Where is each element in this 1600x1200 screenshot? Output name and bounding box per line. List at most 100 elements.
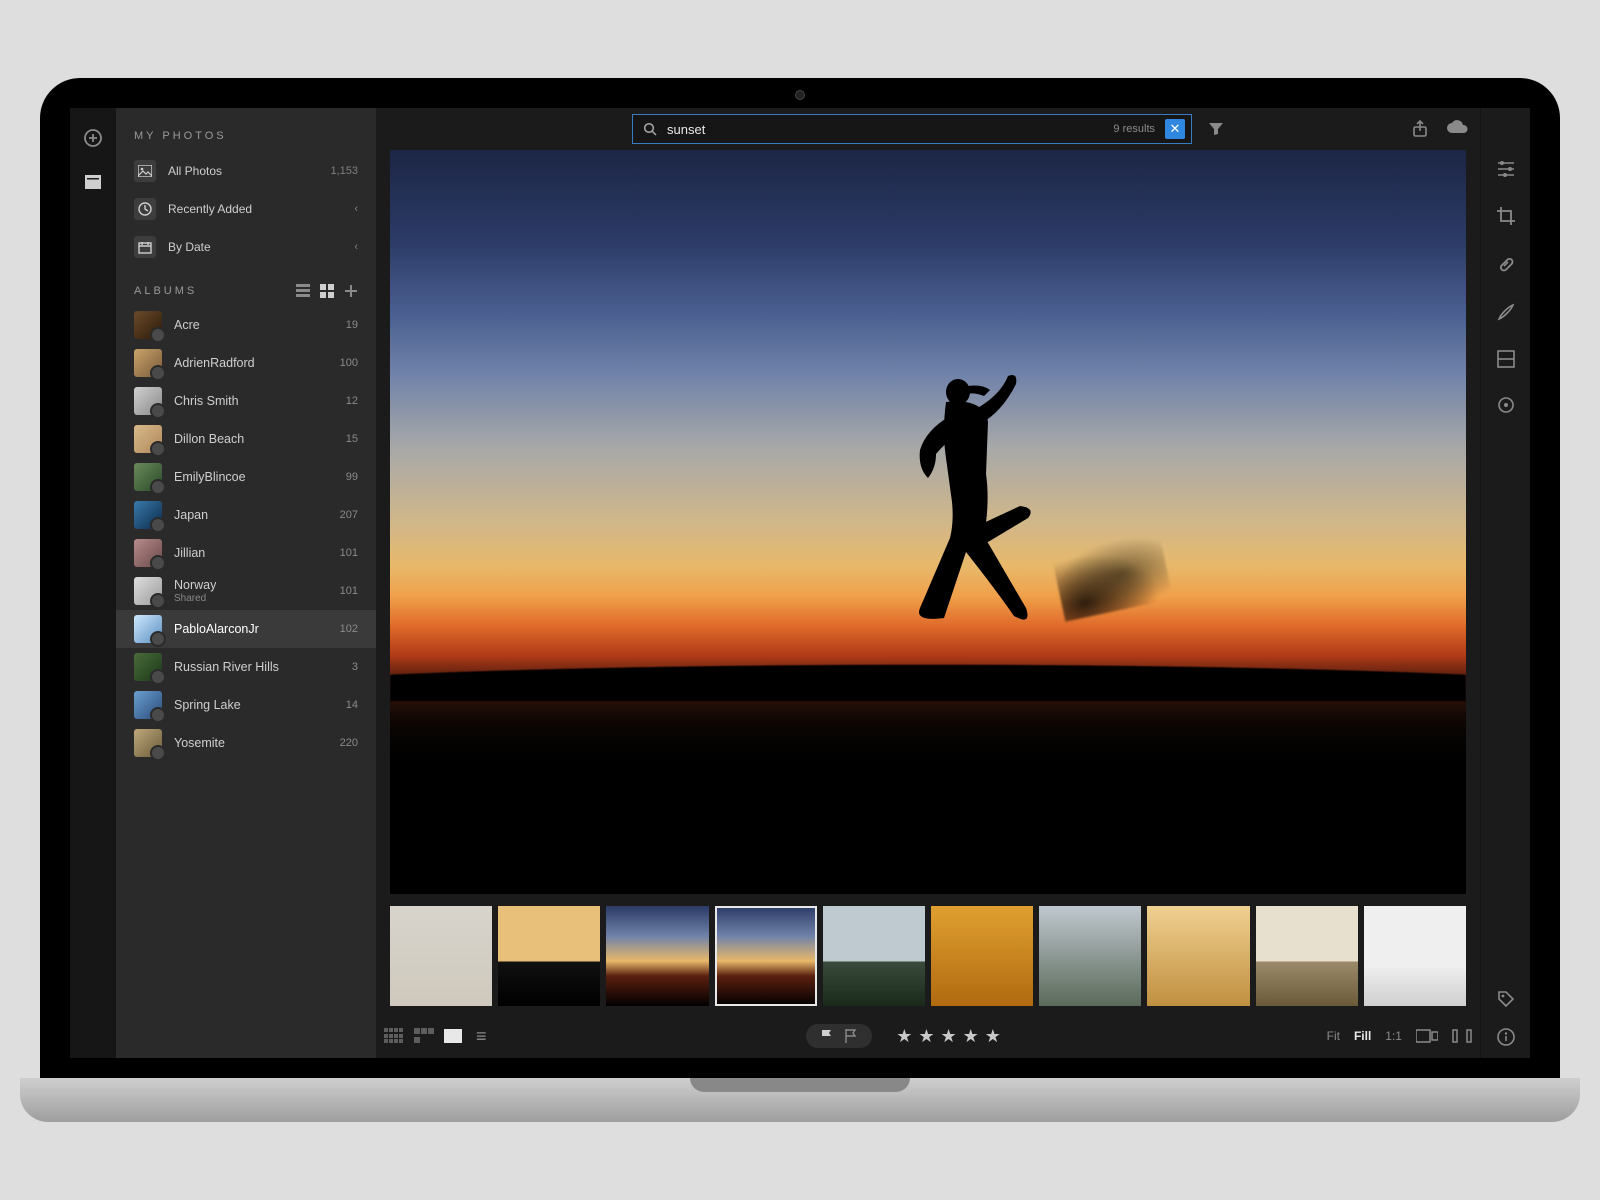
nav-meta: ‹ bbox=[354, 203, 358, 215]
filmstrip-thumb[interactable] bbox=[1039, 906, 1141, 1006]
album-list-view-icon[interactable] bbox=[296, 284, 310, 298]
album-name: Dillon Beach bbox=[174, 432, 244, 446]
album-name: Chris Smith bbox=[174, 394, 239, 408]
sliders-icon[interactable] bbox=[1496, 160, 1516, 178]
album-thumb bbox=[134, 691, 162, 719]
grid-size-toggle bbox=[384, 1028, 462, 1044]
album-name: AdrienRadford bbox=[174, 356, 255, 370]
add-icon[interactable] bbox=[83, 128, 103, 148]
clock-icon bbox=[134, 198, 156, 220]
nav-label: By Date bbox=[168, 240, 211, 254]
album-count: 12 bbox=[346, 395, 358, 407]
filmstrip-thumb[interactable] bbox=[390, 906, 492, 1006]
album-item[interactable]: Spring Lake14 bbox=[116, 686, 376, 724]
album-count: 99 bbox=[346, 471, 358, 483]
album-item[interactable]: EmilyBlincoe99 bbox=[116, 458, 376, 496]
info-icon[interactable] bbox=[1497, 1028, 1515, 1046]
filmstrip-thumb[interactable] bbox=[498, 906, 600, 1006]
album-thumb bbox=[134, 425, 162, 453]
tag-icon[interactable] bbox=[1497, 990, 1515, 1008]
my-photos-title: MY PHOTOS bbox=[116, 124, 376, 152]
albums-view-tools bbox=[296, 284, 358, 298]
zoom-mode: Fit Fill 1:1 bbox=[1327, 1029, 1402, 1043]
album-item[interactable]: NorwayShared101 bbox=[116, 572, 376, 610]
single-view-icon[interactable] bbox=[444, 1029, 462, 1043]
brush-icon[interactable] bbox=[1496, 302, 1516, 322]
album-thumb bbox=[134, 653, 162, 681]
filter-icon[interactable] bbox=[1208, 122, 1224, 136]
nav-item[interactable]: By Date ‹ bbox=[116, 228, 376, 266]
compare-icon[interactable] bbox=[1416, 1029, 1438, 1043]
grid-small-icon[interactable] bbox=[384, 1028, 404, 1044]
filmstrip-thumb[interactable] bbox=[1256, 906, 1358, 1006]
zoom-fit[interactable]: Fit bbox=[1327, 1029, 1340, 1043]
album-thumb bbox=[134, 387, 162, 415]
album-name: Japan bbox=[174, 508, 208, 522]
image-icon bbox=[134, 160, 156, 182]
nav-meta: 1,153 bbox=[330, 165, 358, 177]
album-thumb bbox=[134, 349, 162, 377]
share-icon[interactable] bbox=[1412, 120, 1428, 138]
album-item[interactable]: Chris Smith 12 bbox=[116, 382, 376, 420]
flag-toggle[interactable] bbox=[806, 1024, 872, 1048]
album-thumb bbox=[134, 729, 162, 757]
rating-stars[interactable]: ★★★★★ bbox=[896, 1026, 1007, 1047]
filmstrip bbox=[390, 906, 1466, 1006]
crop-icon[interactable] bbox=[1496, 206, 1516, 226]
library-icon[interactable] bbox=[84, 174, 102, 190]
album-count: 100 bbox=[340, 357, 358, 369]
nav-item[interactable]: All Photos 1,153 bbox=[116, 152, 376, 190]
nav-item[interactable]: Recently Added ‹ bbox=[116, 190, 376, 228]
filmstrip-thumb[interactable] bbox=[931, 906, 1033, 1006]
right-rail bbox=[1480, 108, 1530, 1058]
filmstrip-thumb[interactable] bbox=[606, 906, 708, 1006]
sidebar: MY PHOTOS All Photos 1,153 Recently Added ‹… bbox=[116, 108, 376, 1058]
search-clear-button[interactable]: ✕ bbox=[1165, 119, 1185, 139]
silhouette-figure bbox=[850, 366, 1050, 626]
album-count: 207 bbox=[340, 509, 358, 521]
album-item[interactable]: AdrienRadford 100 bbox=[116, 344, 376, 382]
album-count: 101 bbox=[340, 585, 358, 597]
linear-gradient-icon[interactable] bbox=[1497, 350, 1515, 368]
album-count: 102 bbox=[340, 623, 358, 635]
filmstrip-thumb[interactable] bbox=[715, 906, 817, 1006]
album-name: Yosemite bbox=[174, 736, 225, 750]
album-name: Russian River Hills bbox=[174, 660, 279, 674]
album-item[interactable]: Yosemite 220 bbox=[116, 724, 376, 762]
album-item[interactable]: Japan 207 bbox=[116, 496, 376, 534]
album-item[interactable]: Jillian101 bbox=[116, 534, 376, 572]
filmstrip-thumb[interactable] bbox=[1147, 906, 1249, 1006]
nav-label: All Photos bbox=[168, 164, 222, 178]
cloud-icon[interactable] bbox=[1446, 120, 1468, 138]
album-thumb bbox=[134, 463, 162, 491]
album-thumb bbox=[134, 615, 162, 643]
filmstrip-thumb[interactable] bbox=[1364, 906, 1466, 1006]
photo-viewer[interactable] bbox=[390, 150, 1466, 894]
panels-icon[interactable] bbox=[1452, 1029, 1472, 1043]
zoom-1to1[interactable]: 1:1 bbox=[1385, 1029, 1402, 1043]
album-count: 101 bbox=[340, 547, 358, 559]
album-count: 14 bbox=[346, 699, 358, 711]
nav-label: Recently Added bbox=[168, 202, 252, 216]
add-album-icon[interactable] bbox=[344, 284, 358, 298]
album-item[interactable]: PabloAlarconJr102 bbox=[116, 610, 376, 648]
app-window: MY PHOTOS All Photos 1,153 Recently Added ‹… bbox=[70, 108, 1530, 1058]
heal-icon[interactable] bbox=[1496, 254, 1516, 274]
album-count: 3 bbox=[352, 661, 358, 673]
zoom-fill[interactable]: Fill bbox=[1354, 1029, 1371, 1043]
album-count: 220 bbox=[340, 737, 358, 749]
albums-header: ALBUMS bbox=[116, 266, 376, 306]
laptop-frame: MY PHOTOS All Photos 1,153 Recently Added ‹… bbox=[20, 78, 1580, 1122]
filmstrip-thumb[interactable] bbox=[823, 906, 925, 1006]
sort-icon[interactable]: ≡ bbox=[476, 1026, 487, 1047]
album-thumb bbox=[134, 311, 162, 339]
grid-medium-icon[interactable] bbox=[414, 1028, 434, 1044]
album-sub: Shared bbox=[174, 593, 216, 604]
radial-gradient-icon[interactable] bbox=[1497, 396, 1515, 414]
nav-meta: ‹ bbox=[354, 241, 358, 253]
album-item[interactable]: Russian River Hills 3 bbox=[116, 648, 376, 686]
album-item[interactable]: Dillon Beach15 bbox=[116, 420, 376, 458]
search-input[interactable] bbox=[667, 122, 1103, 137]
album-grid-view-icon[interactable] bbox=[320, 284, 334, 298]
album-item[interactable]: Acre19 bbox=[116, 306, 376, 344]
